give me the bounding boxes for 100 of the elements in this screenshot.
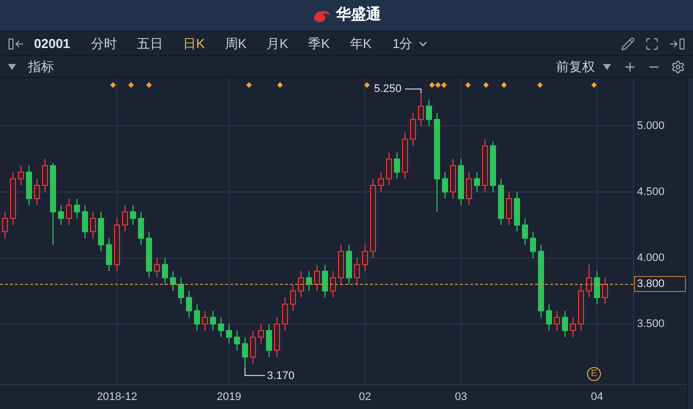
period-tab[interactable]: 月K <box>260 34 296 54</box>
candlestick <box>418 92 424 127</box>
candlestick <box>2 211 8 239</box>
diamond-icon <box>537 82 543 88</box>
indicator-label: 指标 <box>28 58 54 76</box>
candlestick <box>602 277 608 305</box>
event-marker[interactable]: E <box>587 367 601 381</box>
pencil-icon[interactable] <box>621 36 635 50</box>
date-axis-label: 04 <box>590 390 604 405</box>
current-price-tag: 3.800 <box>634 276 686 292</box>
candlestick <box>426 99 432 127</box>
zoom-in-icon[interactable] <box>623 60 637 74</box>
stock-code: 02001 <box>34 34 70 53</box>
diamond-icon <box>364 82 370 88</box>
high-price-label: 5.250 <box>374 83 402 96</box>
diamond-icon <box>110 82 116 88</box>
diamond-icon <box>465 82 471 88</box>
candlestick <box>162 257 168 285</box>
diamond-icon <box>246 82 252 88</box>
collapse-left-icon[interactable] <box>8 38 24 50</box>
candlestick <box>570 316 576 338</box>
candlestick <box>442 172 448 200</box>
price-axis-label: 5.000 <box>637 120 665 134</box>
leader-line <box>244 367 266 376</box>
candlestick <box>594 270 600 305</box>
candlestick <box>122 204 128 232</box>
candlestick <box>530 231 536 258</box>
price-axis-label: 4.000 <box>637 252 665 265</box>
date-axis-label: 2018-12 <box>96 390 138 405</box>
period-tab[interactable]: 日K <box>176 34 212 54</box>
price-axis-label: 4.500 <box>637 186 665 199</box>
candlestick <box>18 165 24 186</box>
fullscreen-icon[interactable] <box>645 36 659 50</box>
diamond-icon <box>128 82 134 88</box>
period-tab[interactable]: 年K <box>342 34 379 54</box>
candlestick <box>178 277 184 305</box>
candlestick <box>386 152 392 186</box>
candlestick <box>258 323 264 344</box>
candlestick <box>394 152 400 180</box>
candlestick <box>330 270 336 298</box>
candlestick <box>186 290 192 318</box>
scrollbar[interactable] <box>687 78 693 409</box>
candlestick <box>250 330 256 364</box>
candlestick <box>130 204 136 226</box>
candlestick <box>290 284 296 312</box>
candlestick <box>242 336 248 368</box>
candlestick <box>234 330 240 351</box>
diamond-icon <box>146 82 152 88</box>
candlestick <box>194 304 200 332</box>
candlestick <box>210 310 216 332</box>
date-axis-label: 03 <box>454 390 468 405</box>
candlestick <box>466 172 472 206</box>
interval-dropdown[interactable]: 1分 <box>392 34 429 54</box>
diamond-icon <box>591 82 597 88</box>
candlestick <box>170 270 176 292</box>
app-title: 华盛通 <box>336 5 381 26</box>
date-axis-label: 02 <box>358 390 372 405</box>
candlestick <box>34 178 40 206</box>
candlestick <box>66 198 72 226</box>
candlestick <box>74 198 80 219</box>
candlestick <box>226 323 232 344</box>
caret-icon <box>603 64 611 70</box>
candlestick <box>322 264 328 298</box>
candlestick <box>202 310 208 332</box>
candlestick <box>90 211 96 239</box>
candlestick <box>58 204 64 226</box>
candlestick <box>282 297 288 332</box>
candlestick <box>378 172 384 193</box>
candlestick <box>474 172 480 193</box>
candlestick <box>314 264 320 292</box>
diamond-icon <box>501 82 507 88</box>
candlestick <box>522 218 528 246</box>
candlestick <box>506 192 512 226</box>
candlestick <box>562 310 568 338</box>
candlestick <box>82 204 88 239</box>
date-axis-label: 2019 <box>216 390 242 405</box>
caret-icon[interactable] <box>8 64 16 70</box>
settings-icon[interactable] <box>671 60 685 74</box>
period-tab[interactable]: 季K <box>301 34 337 54</box>
period-tab[interactable]: 分时 <box>84 34 124 54</box>
candlestick <box>586 264 592 298</box>
candlestick <box>138 211 144 246</box>
candlestick <box>42 158 48 193</box>
candlestick <box>554 310 560 332</box>
period-tab[interactable]: 五日 <box>130 34 170 54</box>
adjust-dropdown[interactable]: 前复权 <box>556 56 611 76</box>
candlestick <box>362 244 368 272</box>
candlestick <box>266 323 272 358</box>
candlestick <box>298 270 304 298</box>
low-price-label: 3.170 <box>267 370 295 382</box>
leader-line <box>404 88 422 94</box>
period-tab[interactable]: 周K <box>218 34 254 54</box>
diamond-icon <box>277 82 283 88</box>
candlestick <box>546 304 552 332</box>
candlestick <box>106 238 112 272</box>
candlestick <box>306 270 312 292</box>
price-axis-label: 3.500 <box>637 318 665 331</box>
candlestick <box>354 257 360 285</box>
collapse-right-icon[interactable] <box>669 38 685 50</box>
candlestick <box>154 257 160 278</box>
